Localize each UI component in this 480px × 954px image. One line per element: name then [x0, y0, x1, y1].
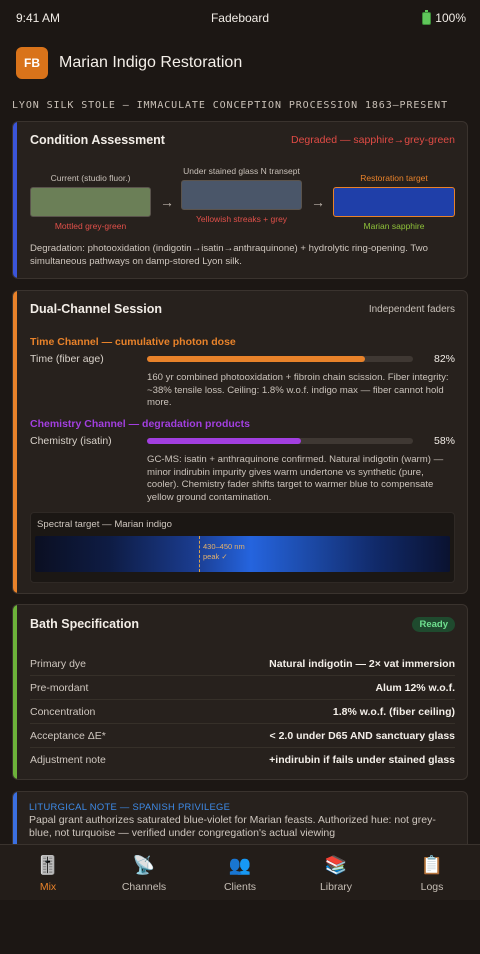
fader-label: Chemistry (isatin): [30, 434, 112, 447]
spec-key: Primary dye: [30, 657, 87, 670]
tab-label: Channels: [121, 881, 167, 893]
card-title: Dual-Channel Session: [30, 302, 162, 316]
fader-track[interactable]: [147, 355, 413, 362]
swatch-color: [333, 187, 455, 217]
battery-icon: [422, 9, 432, 25]
swatch-row: Current (studio fluor.) Mottled grey-gre…: [13, 158, 467, 231]
mixer-icon: 🎚️: [36, 855, 60, 875]
card-title: Condition Assessment: [30, 133, 165, 147]
card-accent: [13, 792, 17, 852]
battery-indicator: 100%: [422, 9, 466, 25]
swatch-caption: Yellowish streaks + grey: [195, 214, 288, 224]
swatch-color: [30, 187, 151, 217]
swatch-color: [181, 180, 302, 210]
spec-value: +indirubin if fails under stained glass: [269, 754, 455, 766]
app-header: FB Marian Indigo Restoration: [0, 40, 480, 86]
status-bar: 9:41 AM Fadeboard 100%: [0, 0, 480, 36]
page-title: Marian Indigo Restoration: [59, 54, 243, 71]
tab-label: Logs: [420, 881, 444, 893]
tab-mix[interactable]: 🎚️ Mix: [0, 845, 96, 900]
clipboard-icon: 📋: [420, 855, 444, 875]
books-icon: 📚: [324, 855, 348, 875]
status-app-name: Fadeboard: [210, 11, 270, 25]
condition-status: Degraded — sapphire→grey-green: [290, 134, 455, 146]
swatch-label: Restoration target: [360, 173, 428, 183]
spec-value: Natural indigotin — 2× vat immersion: [269, 657, 455, 670]
tab-channels[interactable]: 📡 Channels: [96, 845, 192, 900]
fader-track[interactable]: [147, 437, 413, 444]
spec-key: Pre-mordant: [30, 681, 89, 694]
status-time: 9:41 AM: [16, 11, 61, 25]
home-indicator-area: [0, 900, 480, 954]
spec-row: Primary dye Natural indigotin — 2× vat i…: [30, 652, 455, 676]
spec-row: Acceptance ΔE* < 2.0 under D65 AND sanct…: [30, 724, 455, 748]
peak-annotation: 430–450 nm peak ✓: [203, 542, 245, 562]
arrow-right-icon: →: [160, 194, 174, 210]
spec-value: 1.8% w.o.f. (fiber ceiling): [332, 705, 455, 718]
peak-marker: [199, 536, 200, 572]
chemistry-fader[interactable]: Chemistry (isatin) 58%: [13, 432, 467, 449]
tab-bar: 🎚️ Mix 📡 Channels 👥 Clients 📚 Library 📋 …: [0, 844, 480, 900]
dual-channel-session-card: Dual-Channel Session Independent faders …: [12, 290, 468, 594]
session-mode-label: Independent faders: [368, 303, 455, 315]
swatch-current[interactable]: Current (studio fluor.) Mottled grey-gre…: [30, 173, 151, 231]
spec-row: Pre-mordant Alum 12% w.o.f.: [30, 676, 455, 700]
swatch-caption: Mottled grey-green: [54, 221, 127, 231]
chemistry-channel-note: GC-MS: isatin + anthraquinone confirmed.…: [147, 454, 444, 503]
people-icon: 👥: [228, 855, 252, 875]
card-accent: [13, 605, 17, 779]
status-badge: Ready: [412, 616, 455, 632]
liturgical-note-body: Papal grant authorizes saturated blue-vi…: [29, 814, 436, 839]
degradation-description: Degradation: photooxidation (indigotin→i…: [30, 243, 428, 267]
swatch-label: Under stained glass N transept: [183, 166, 300, 176]
tab-logs[interactable]: 📋 Logs: [384, 845, 480, 900]
spectral-title: Spectral target — Marian indigo: [37, 519, 172, 530]
time-fader[interactable]: Time (fiber age) 82%: [13, 350, 467, 367]
swatch-target[interactable]: Restoration target Marian sapphire: [333, 173, 455, 231]
swatch-stained-glass[interactable]: Under stained glass N transept Yellowish…: [181, 166, 302, 224]
time-channel-title: Time Channel — cumulative photon dose: [30, 336, 236, 348]
spectral-target-panel: Spectral target — Marian indigo 430–450 …: [30, 512, 455, 583]
condition-assessment-card: Condition Assessment Degraded — sapphire…: [12, 121, 468, 279]
tab-library[interactable]: 📚 Library: [288, 845, 384, 900]
fader-fill: [147, 437, 302, 444]
app-logo[interactable]: FB: [16, 47, 48, 79]
fader-value: 82%: [433, 352, 455, 365]
time-channel-note: 160 yr combined photooxidation + fibroin…: [147, 372, 449, 408]
tab-label: Mix: [39, 881, 57, 893]
page-subtitle: LYON SILK STOLE — IMMACULATE CONCEPTION …: [12, 100, 448, 111]
arrow-right-icon: →: [311, 194, 325, 210]
fader-value: 58%: [433, 434, 455, 447]
spec-row: Adjustment note +indirubin if fails unde…: [30, 748, 455, 772]
battery-level: 100%: [435, 11, 466, 25]
spec-key: Concentration: [30, 705, 96, 718]
bath-specification-card: Bath Specification Ready Primary dye Nat…: [12, 604, 468, 780]
spec-value: Alum 12% w.o.f.: [375, 681, 455, 694]
tab-label: Library: [319, 881, 353, 893]
spec-value: < 2.0 under D65 AND sanctuary glass: [269, 729, 455, 742]
swatch-caption: Marian sapphire: [363, 221, 425, 231]
tab-clients[interactable]: 👥 Clients: [192, 845, 288, 900]
card-title: Bath Specification: [30, 617, 140, 631]
fader-fill: [147, 355, 366, 362]
tab-label: Clients: [223, 881, 257, 893]
chemistry-channel-title: Chemistry Channel — degradation products: [30, 418, 250, 430]
spec-key: Acceptance ΔE*: [30, 729, 106, 742]
peak-status: peak ✓: [203, 552, 228, 561]
spec-table: Primary dye Natural indigotin — 2× vat i…: [30, 652, 455, 772]
spectral-band: 430–450 nm peak ✓: [35, 536, 450, 572]
spec-row: Concentration 1.8% w.o.f. (fiber ceiling…: [30, 700, 455, 724]
swatch-label: Current (studio fluor.): [50, 173, 131, 183]
spec-key: Adjustment note: [30, 754, 106, 766]
liturgical-note-title: LITURGICAL NOTE — SPANISH PRIVILEGE: [29, 801, 231, 812]
peak-range: 430–450 nm: [203, 542, 245, 551]
fader-label: Time (fiber age): [30, 352, 104, 365]
satellite-icon: 📡: [132, 855, 156, 875]
